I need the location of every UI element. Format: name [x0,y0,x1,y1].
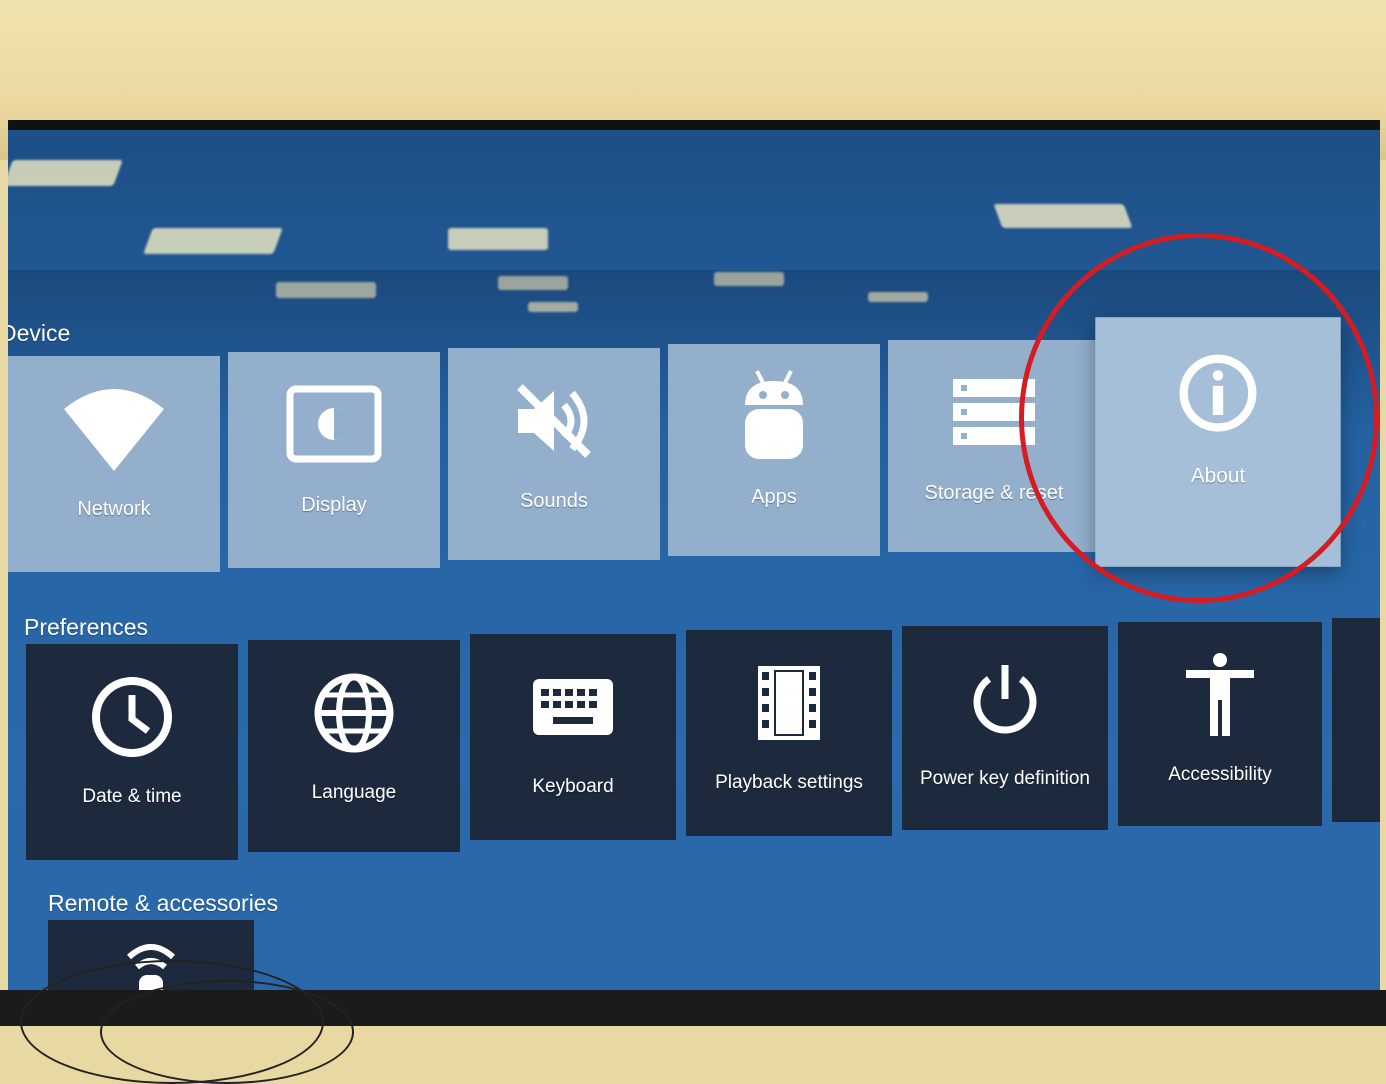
light-reflection [143,228,283,254]
tile-network[interactable]: Network [8,356,220,572]
cable [100,980,354,1084]
tile-power-key-definition[interactable]: Power key definition [902,626,1108,830]
tile-more[interactable]: M [1332,618,1380,822]
tile-accessibility[interactable]: Accessibility [1118,622,1322,826]
section-title-remote-accessories: Remote & accessories [48,890,279,916]
tile-label: Sounds [520,490,588,512]
accessibility-icon [1165,640,1275,750]
android-icon [719,362,829,472]
tile-display[interactable]: Display [228,352,440,568]
more-icon [1372,636,1380,746]
highlight-circle [1019,233,1379,603]
globe-icon [299,658,409,768]
light-reflection [8,160,123,186]
tile-label: Playback settings [715,772,863,793]
tile-language[interactable]: Language [248,640,460,852]
clock-icon [77,662,187,772]
sound-muted-icon [499,366,609,476]
tile-label: Power key definition [919,768,1091,789]
tile-playback-settings[interactable]: Playback settings [686,630,892,836]
tile-sounds[interactable]: Sounds [448,348,660,560]
tile-keyboard[interactable]: Keyboard [470,634,676,840]
display-icon [279,370,389,480]
tile-label: Date & time [82,786,182,807]
tile-date-time[interactable]: Date & time [26,644,238,860]
tile-label: Display [301,494,367,516]
tv-screen: Device Network Display Sounds Apps [8,120,1380,1010]
section-title-preferences: Preferences [24,614,149,640]
section-title-device: Device [8,320,71,346]
light-reflection [448,228,548,250]
tile-label: Apps [751,486,797,508]
keyboard-icon [518,652,628,762]
tile-label: Language [311,782,397,803]
tile-label: Network [77,498,151,520]
film-icon [734,648,844,758]
tile-label: Accessibility [1168,764,1272,785]
preferences-row: Date & time Language Keyboard Playback s… [26,618,1380,860]
tile-label: Keyboard [532,776,614,797]
power-icon [950,644,1060,754]
light-reflection [993,204,1133,228]
wifi-icon [59,374,169,484]
tile-apps[interactable]: Apps [668,344,880,556]
